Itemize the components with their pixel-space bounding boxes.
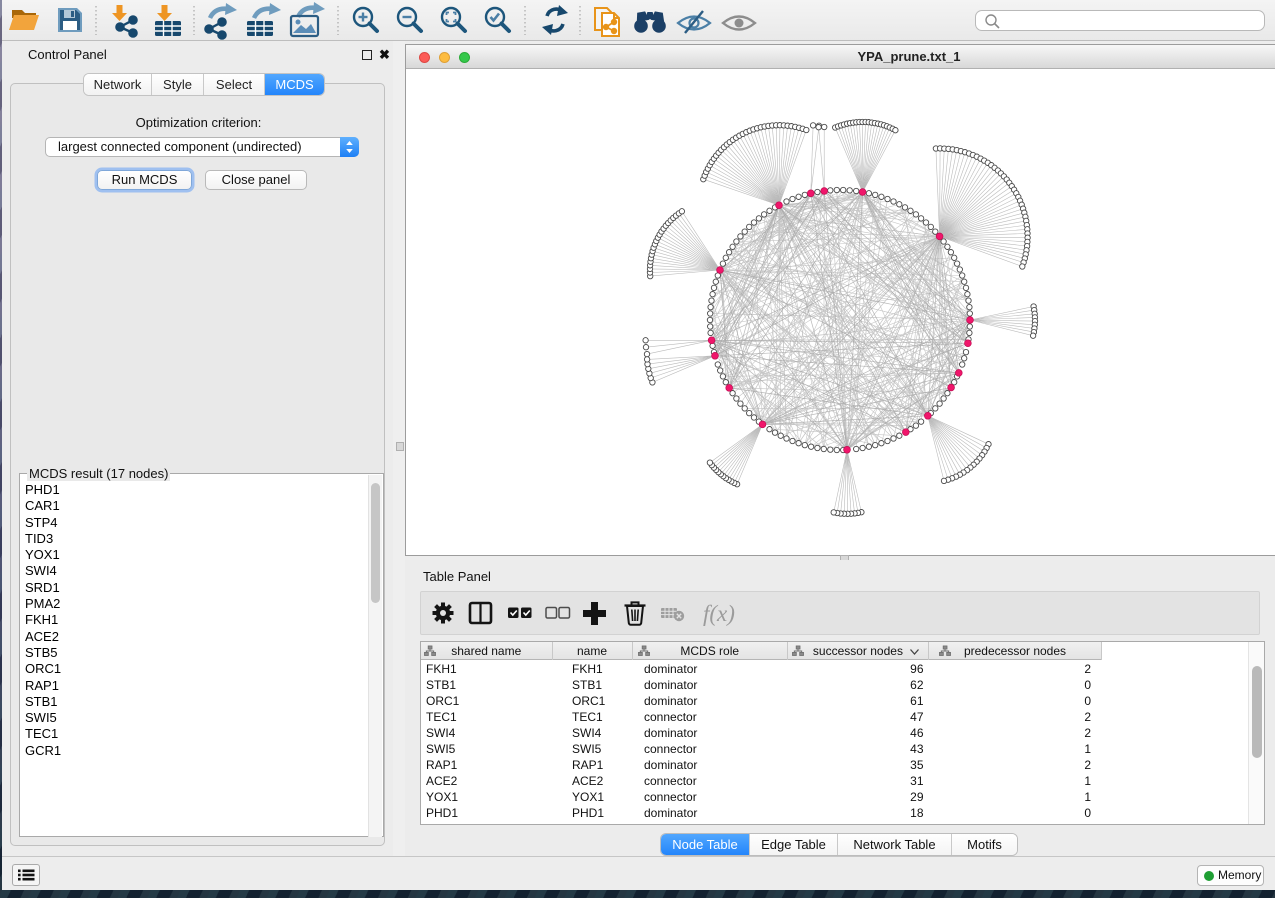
svg-text:f(x): f(x) [703, 601, 735, 626]
